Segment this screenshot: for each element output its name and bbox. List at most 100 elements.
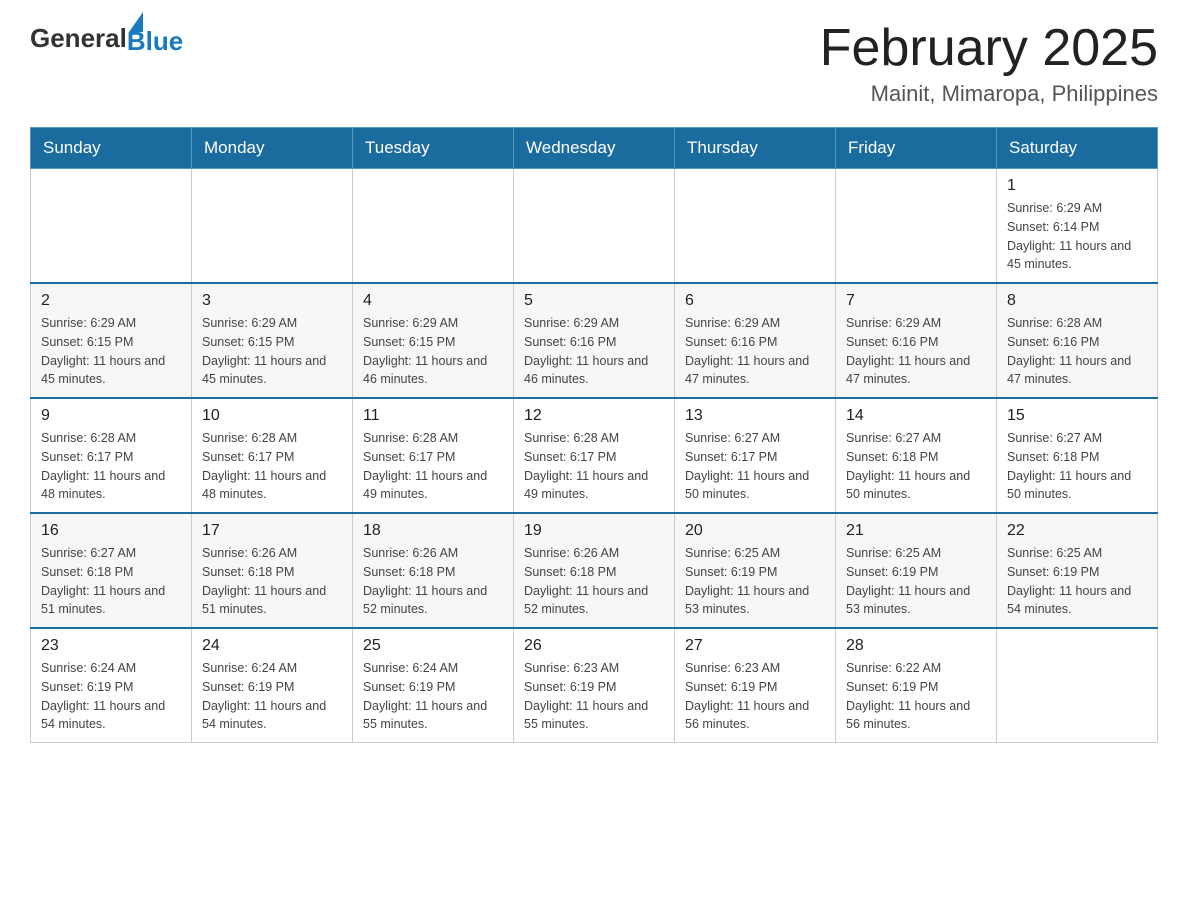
- day-info: Sunrise: 6:24 AMSunset: 6:19 PMDaylight:…: [363, 659, 503, 734]
- calendar-subtitle: Mainit, Mimaropa, Philippines: [820, 81, 1158, 107]
- calendar-cell: 2 Sunrise: 6:29 AMSunset: 6:15 PMDaylight…: [31, 283, 192, 398]
- day-number: 9: [41, 407, 181, 425]
- day-info: Sunrise: 6:26 AMSunset: 6:18 PMDaylight:…: [363, 544, 503, 619]
- calendar-cell: 27 Sunrise: 6:23 AMSunset: 6:19 PMDayligh…: [675, 628, 836, 743]
- calendar-cell: 7Sunrise: 6:29 AMSunset: 6:16 PMDaylight…: [836, 283, 997, 398]
- day-number: 22: [1007, 522, 1147, 540]
- calendar-cell: 25 Sunrise: 6:24 AMSunset: 6:19 PMDayligh…: [353, 628, 514, 743]
- calendar-cell: [836, 169, 997, 284]
- day-number: 18: [363, 522, 503, 540]
- calendar-cell: 18 Sunrise: 6:26 AMSunset: 6:18 PMDayligh…: [353, 513, 514, 628]
- day-info: Sunrise: 6:29 AMSunset: 6:16 PMDaylight:…: [524, 314, 664, 389]
- calendar-cell: 8 Sunrise: 6:28 AMSunset: 6:16 PMDaylight…: [997, 283, 1158, 398]
- day-number: 8: [1007, 292, 1147, 310]
- logo-blue-text: Blue: [127, 26, 183, 57]
- day-header-saturday: Saturday: [997, 128, 1158, 169]
- day-number: 23: [41, 637, 181, 655]
- calendar-cell: [31, 169, 192, 284]
- calendar-cell: 9 Sunrise: 6:28 AMSunset: 6:17 PMDaylight…: [31, 398, 192, 513]
- day-info: Sunrise: 6:23 AMSunset: 6:19 PMDaylight:…: [685, 659, 825, 734]
- logo-blue-section: Blue: [127, 20, 183, 57]
- day-number: 28: [846, 637, 986, 655]
- day-info: Sunrise: 6:29 AMSunset: 6:15 PMDaylight:…: [202, 314, 342, 389]
- calendar-cell: 21 Sunrise: 6:25 AMSunset: 6:19 PMDayligh…: [836, 513, 997, 628]
- day-info: Sunrise: 6:22 AMSunset: 6:19 PMDaylight:…: [846, 659, 986, 734]
- day-info: Sunrise: 6:27 AMSunset: 6:18 PMDaylight:…: [1007, 429, 1147, 504]
- day-number: 27: [685, 637, 825, 655]
- calendar-table: SundayMondayTuesdayWednesdayThursdayFrid…: [30, 127, 1158, 743]
- calendar-title: February 2025: [820, 20, 1158, 77]
- day-info: Sunrise: 6:28 AMSunset: 6:17 PMDaylight:…: [202, 429, 342, 504]
- calendar-cell: 23 Sunrise: 6:24 AMSunset: 6:19 PMDayligh…: [31, 628, 192, 743]
- day-number: 4: [363, 292, 503, 310]
- day-info: Sunrise: 6:25 AMSunset: 6:19 PMDaylight:…: [846, 544, 986, 619]
- calendar-week-row: 16Sunrise: 6:27 AMSunset: 6:18 PMDayligh…: [31, 513, 1158, 628]
- calendar-week-row: 23 Sunrise: 6:24 AMSunset: 6:19 PMDayligh…: [31, 628, 1158, 743]
- day-number: 2: [41, 292, 181, 310]
- calendar-cell: 10 Sunrise: 6:28 AMSunset: 6:17 PMDayligh…: [192, 398, 353, 513]
- day-info: Sunrise: 6:26 AMSunset: 6:18 PMDaylight:…: [202, 544, 342, 619]
- day-info: Sunrise: 6:28 AMSunset: 6:17 PMDaylight:…: [524, 429, 664, 504]
- calendar-cell: [514, 169, 675, 284]
- day-info: Sunrise: 6:29 AMSunset: 6:15 PMDaylight:…: [41, 314, 181, 389]
- calendar-cell: 4 Sunrise: 6:29 AMSunset: 6:15 PMDaylight…: [353, 283, 514, 398]
- day-info: Sunrise: 6:24 AMSunset: 6:19 PMDaylight:…: [41, 659, 181, 734]
- day-info: Sunrise: 6:29 AMSunset: 6:15 PMDaylight:…: [363, 314, 503, 389]
- day-header-sunday: Sunday: [31, 128, 192, 169]
- day-info: Sunrise: 6:29 AMSunset: 6:14 PMDaylight:…: [1007, 199, 1147, 274]
- day-header-wednesday: Wednesday: [514, 128, 675, 169]
- calendar-cell: 13Sunrise: 6:27 AMSunset: 6:17 PMDayligh…: [675, 398, 836, 513]
- day-info: Sunrise: 6:28 AMSunset: 6:17 PMDaylight:…: [41, 429, 181, 504]
- calendar-cell: 24 Sunrise: 6:24 AMSunset: 6:19 PMDayligh…: [192, 628, 353, 743]
- day-header-tuesday: Tuesday: [353, 128, 514, 169]
- day-number: 24: [202, 637, 342, 655]
- day-info: Sunrise: 6:25 AMSunset: 6:19 PMDaylight:…: [1007, 544, 1147, 619]
- page-header: General Blue February 2025 Mainit, Mimar…: [30, 20, 1158, 107]
- day-header-monday: Monday: [192, 128, 353, 169]
- day-number: 19: [524, 522, 664, 540]
- day-info: Sunrise: 6:23 AMSunset: 6:19 PMDaylight:…: [524, 659, 664, 734]
- day-number: 16: [41, 522, 181, 540]
- calendar-cell: 6 Sunrise: 6:29 AMSunset: 6:16 PMDaylight…: [675, 283, 836, 398]
- title-block: February 2025 Mainit, Mimaropa, Philippi…: [820, 20, 1158, 107]
- day-number: 12: [524, 407, 664, 425]
- logo: General Blue: [30, 20, 183, 57]
- day-info: Sunrise: 6:28 AMSunset: 6:16 PMDaylight:…: [1007, 314, 1147, 389]
- calendar-cell: 12 Sunrise: 6:28 AMSunset: 6:17 PMDayligh…: [514, 398, 675, 513]
- calendar-week-row: 1 Sunrise: 6:29 AMSunset: 6:14 PMDaylight…: [31, 169, 1158, 284]
- day-number: 6: [685, 292, 825, 310]
- logo-general-text: General: [30, 23, 127, 54]
- day-info: Sunrise: 6:27 AMSunset: 6:17 PMDaylight:…: [685, 429, 825, 504]
- calendar-cell: 28 Sunrise: 6:22 AMSunset: 6:19 PMDayligh…: [836, 628, 997, 743]
- day-info: Sunrise: 6:29 AMSunset: 6:16 PMDaylight:…: [846, 314, 986, 389]
- day-number: 10: [202, 407, 342, 425]
- day-info: Sunrise: 6:24 AMSunset: 6:19 PMDaylight:…: [202, 659, 342, 734]
- calendar-cell: 11 Sunrise: 6:28 AMSunset: 6:17 PMDayligh…: [353, 398, 514, 513]
- calendar-cell: 17 Sunrise: 6:26 AMSunset: 6:18 PMDayligh…: [192, 513, 353, 628]
- day-number: 14: [846, 407, 986, 425]
- calendar-cell: [997, 628, 1158, 743]
- day-info: Sunrise: 6:29 AMSunset: 6:16 PMDaylight:…: [685, 314, 825, 389]
- calendar-week-row: 2 Sunrise: 6:29 AMSunset: 6:15 PMDaylight…: [31, 283, 1158, 398]
- day-number: 26: [524, 637, 664, 655]
- day-number: 21: [846, 522, 986, 540]
- day-number: 3: [202, 292, 342, 310]
- day-number: 25: [363, 637, 503, 655]
- calendar-cell: 16Sunrise: 6:27 AMSunset: 6:18 PMDayligh…: [31, 513, 192, 628]
- day-number: 15: [1007, 407, 1147, 425]
- day-header-friday: Friday: [836, 128, 997, 169]
- calendar-cell: [192, 169, 353, 284]
- calendar-cell: [675, 169, 836, 284]
- day-info: Sunrise: 6:25 AMSunset: 6:19 PMDaylight:…: [685, 544, 825, 619]
- calendar-cell: 22 Sunrise: 6:25 AMSunset: 6:19 PMDayligh…: [997, 513, 1158, 628]
- day-number: 1: [1007, 177, 1147, 195]
- calendar-cell: 19Sunrise: 6:26 AMSunset: 6:18 PMDayligh…: [514, 513, 675, 628]
- calendar-cell: [353, 169, 514, 284]
- calendar-week-row: 9 Sunrise: 6:28 AMSunset: 6:17 PMDaylight…: [31, 398, 1158, 513]
- day-info: Sunrise: 6:28 AMSunset: 6:17 PMDaylight:…: [363, 429, 503, 504]
- calendar-cell: 15 Sunrise: 6:27 AMSunset: 6:18 PMDayligh…: [997, 398, 1158, 513]
- day-number: 17: [202, 522, 342, 540]
- calendar-cell: 20Sunrise: 6:25 AMSunset: 6:19 PMDayligh…: [675, 513, 836, 628]
- day-number: 5: [524, 292, 664, 310]
- day-number: 11: [363, 407, 503, 425]
